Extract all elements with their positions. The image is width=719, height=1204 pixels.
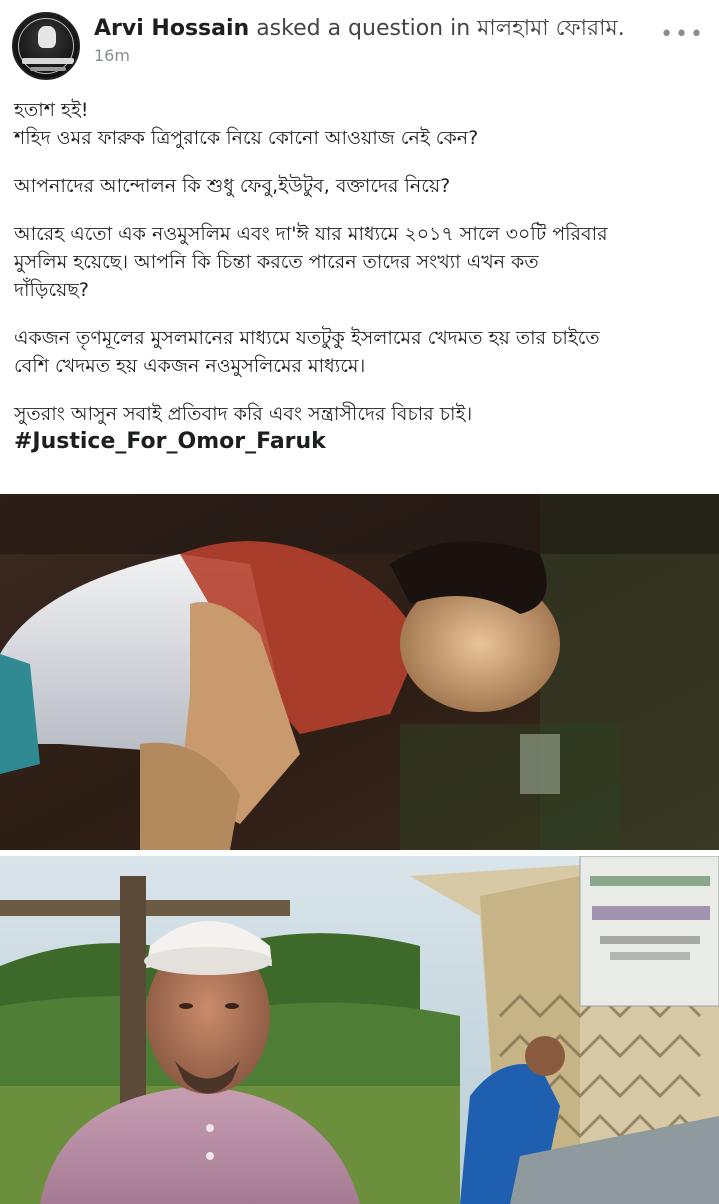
text-line: মুসলিম হয়েছে। আপনি কি চিন্তা করতে পারেন… [14,251,539,273]
photo-injured-man [0,494,719,850]
paragraph-3: আরেহ এতো এক নওমুসলিম এবং দা'ঈ যার মাধ্যম… [14,220,706,304]
post-photo-2[interactable] [0,856,719,1204]
paragraph-1: হতাশ হই! শহিদ ওমর ফারুক ত্রিপুরাকে নিয়ে… [14,96,706,152]
more-horizontal-icon[interactable]: ••• [660,24,705,46]
post-action: asked a question in [256,16,471,41]
avatar-band [22,58,74,64]
post-headline: Arvi Hossain asked a question in মালহামা… [94,14,625,44]
text-line: হতাশ হই! [14,99,89,121]
hashtag-link[interactable]: #Justice_For_Omor_Faruk [14,428,706,456]
text-line: একজন তৃণমূলের মুসলমানের মাধ্যমে যতটুকু ই… [14,327,600,349]
paragraph-2: আপনাদের আন্দোলন কি শুধু ফেবু,ইউটুব, বক্ত… [14,172,706,200]
text-line: দাঁড়িয়েছ? [14,279,89,301]
avatar-figure [38,26,56,48]
author-name[interactable]: Arvi Hossain [94,16,249,41]
paragraph-5: সুতরাং আসুন সবাই প্রতিবাদ করি এবং সন্ত্র… [14,400,706,456]
paragraph-4: একজন তৃণমূলের মুসলমানের মাধ্যমে যতটুকু ই… [14,324,706,380]
text-line: আপনাদের আন্দোলন কি শুধু ফেবু,ইউটুব, বক্ত… [14,175,451,197]
text-line: শহিদ ওমর ফারুক ত্রিপুরাকে নিয়ে কোনো আওয… [14,127,479,149]
group-name[interactable]: মালহামা ফোরাম. [477,16,625,41]
avatar-band-small [30,67,66,71]
text-line: বেশি খেদমত হয় একজন নওমুসলিমের মাধ্যমে। [14,355,366,377]
text-line: আরেহ এতো এক নওমুসলিম এবং দা'ঈ যার মাধ্যম… [14,223,608,245]
post-header: Arvi Hossain asked a question in মালহামা… [0,0,719,80]
author-avatar[interactable] [12,12,80,80]
post-timestamp[interactable]: 16m [94,46,130,65]
post-body: হতাশ হই! শহিদ ওমর ফারুক ত্রিপুরাকে নিয়ে… [14,96,706,456]
text-line: সুতরাং আসুন সবাই প্রতিবাদ করি এবং সন্ত্র… [14,403,473,425]
photo-man-in-cap-village [0,856,719,1204]
post-photo-1[interactable] [0,494,719,850]
